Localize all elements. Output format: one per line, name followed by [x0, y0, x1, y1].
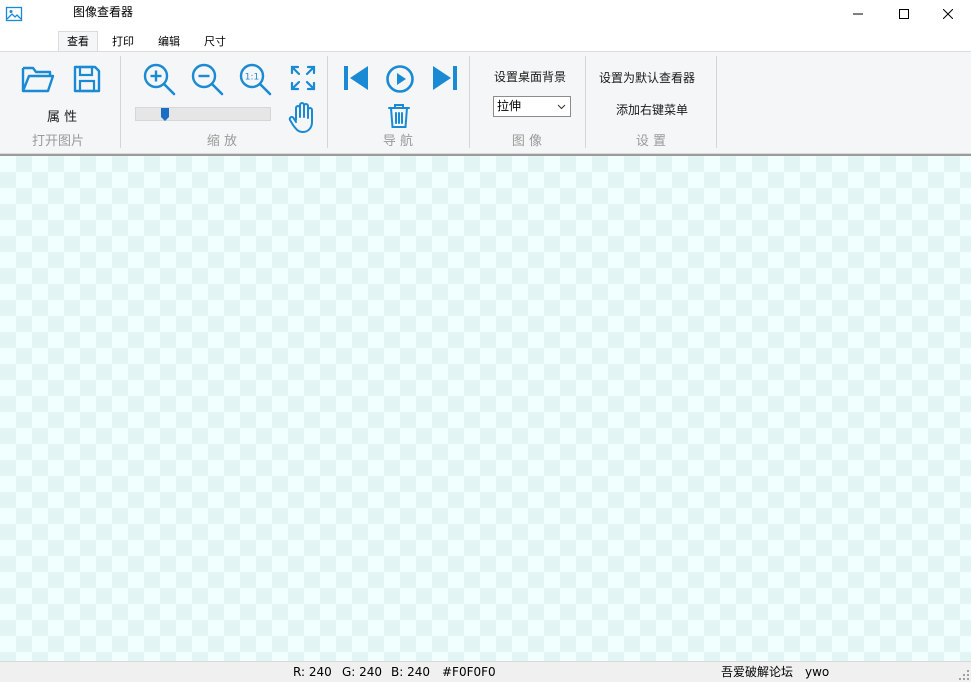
- wallpaper-fit-select[interactable]: 拉伸: [493, 96, 571, 117]
- ribbon-tabs: 查看 打印 编辑 尺寸: [0, 30, 971, 53]
- zoom-group-label: 缩 放: [206, 134, 238, 149]
- resize-grip-icon[interactable]: [959, 670, 969, 680]
- delete-trash-icon[interactable]: [387, 103, 411, 129]
- add-context-menu-button[interactable]: 添加右键菜单: [616, 102, 688, 118]
- set-wallpaper-button[interactable]: 设置桌面背景: [494, 69, 566, 85]
- settings-group-label: 设 置: [635, 134, 667, 149]
- tab-edit[interactable]: 编辑: [150, 32, 188, 52]
- status-green-value: G: 240: [342, 665, 383, 679]
- status-blue-value: B: 240: [391, 665, 430, 679]
- maximize-icon: [899, 9, 909, 19]
- tab-size[interactable]: 尺寸: [196, 32, 234, 52]
- navigation-group-label: 导 航: [382, 134, 414, 149]
- zoom-out-icon[interactable]: [189, 61, 225, 97]
- status-author-text: ywo: [805, 665, 830, 679]
- zoom-slider-track[interactable]: [135, 107, 271, 121]
- wallpaper-fit-value: 拉伸: [497, 99, 522, 113]
- svg-text:1:1: 1:1: [245, 73, 259, 83]
- hand-pan-icon[interactable]: [288, 102, 318, 134]
- minimize-icon: [853, 13, 863, 15]
- close-button[interactable]: [925, 0, 971, 28]
- save-icon[interactable]: [72, 64, 102, 94]
- status-hex-value: #F0F0F0: [442, 665, 496, 679]
- set-default-viewer-button[interactable]: 设置为默认查看器: [599, 70, 695, 86]
- image-app-icon: [5, 6, 23, 22]
- ribbon-separator: [469, 56, 470, 148]
- open-folder-icon[interactable]: [21, 64, 55, 94]
- last-image-icon[interactable]: [432, 64, 458, 92]
- first-image-icon[interactable]: [343, 64, 369, 92]
- title-bar: 图像查看器: [0, 0, 971, 30]
- status-red-value: R: 240: [293, 665, 332, 679]
- close-icon: [943, 9, 953, 19]
- ribbon-separator: [716, 56, 717, 148]
- tab-view[interactable]: 查看: [58, 31, 98, 53]
- chevron-down-icon: [557, 104, 566, 110]
- ribbon-separator: [120, 56, 121, 148]
- fit-screen-icon[interactable]: [289, 64, 317, 92]
- window-title: 图像查看器: [73, 5, 134, 19]
- image-group-label: 图 像: [511, 134, 543, 149]
- ribbon-separator: [327, 56, 328, 148]
- ribbon-separator: [585, 56, 586, 148]
- play-slideshow-icon[interactable]: [385, 64, 415, 94]
- actual-size-icon[interactable]: 1:1: [237, 61, 273, 97]
- minimize-button[interactable]: [835, 0, 881, 28]
- zoom-in-icon[interactable]: [141, 61, 177, 97]
- image-canvas[interactable]: [0, 154, 971, 661]
- status-forum-text: 吾爱破解论坛: [721, 665, 794, 679]
- ribbon: 属 性 打开图片 1:1 缩 放 导 航 设置桌面背景 拉伸 图 像 设置为默认…: [0, 51, 971, 154]
- properties-button[interactable]: 属 性: [47, 110, 77, 126]
- zoom-slider-thumb[interactable]: [160, 108, 169, 121]
- status-bar: R: 240 G: 240 B: 240 #F0F0F0 吾爱破解论坛 ywo: [0, 661, 971, 682]
- tab-print[interactable]: 打印: [104, 32, 142, 52]
- open-image-group-label: 打开图片: [31, 134, 84, 149]
- maximize-button[interactable]: [881, 0, 927, 28]
